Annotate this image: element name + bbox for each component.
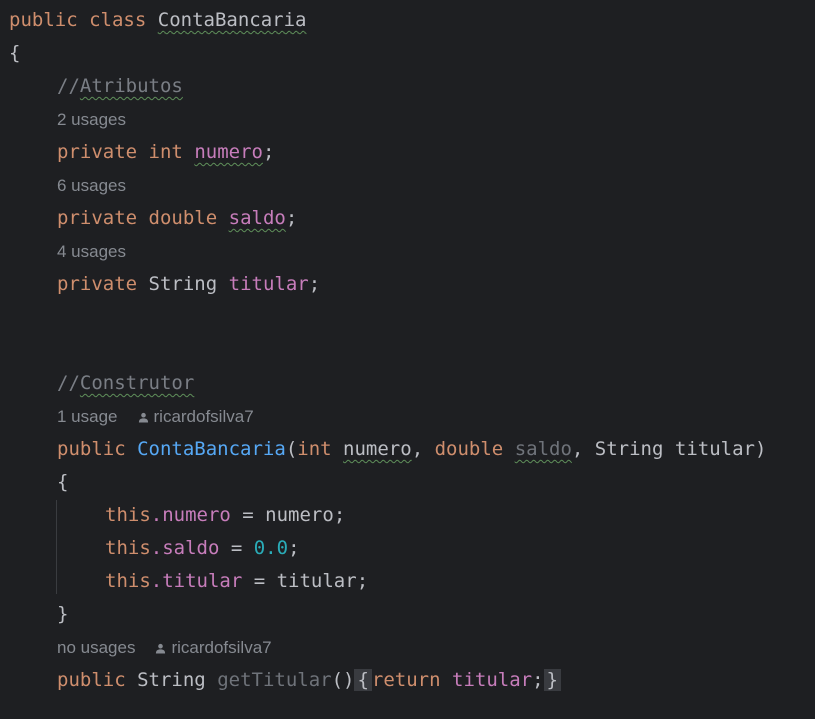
folded-close-brace[interactable]: } [543,669,561,691]
code-line-open-brace[interactable]: { [9,40,20,66]
code-line-class-declaration[interactable]: public class ContaBancaria [9,7,306,33]
keyword-this: this [105,504,151,526]
param-type-int: int [297,438,332,460]
code-editor[interactable]: public class ContaBancaria { //Atributos… [0,0,815,719]
semicolon: ; [333,504,346,526]
semicolon: ; [532,669,544,691]
param-saldo[interactable]: saldo [515,438,572,460]
field-ref-saldo[interactable]: .saldo [151,537,220,559]
value-titular[interactable]: titular [277,570,357,592]
comma: , [571,438,584,460]
usages-hint-saldo[interactable]: 6 usages [57,175,126,197]
usages-count[interactable]: 6 usages [57,176,126,195]
code-line-getter[interactable]: public String getTitular(){return titula… [57,667,561,693]
comment-prefix: // [57,75,80,97]
usages-count[interactable]: 2 usages [57,110,126,129]
code-line-comment-attributes[interactable]: //Atributos [57,73,183,99]
parens: () [331,669,355,691]
indent-guide [56,500,57,594]
comment-attributes: Atributos [79,75,183,97]
keyword-private: private [57,141,138,163]
type-string: String [148,273,218,295]
code-line-field-saldo[interactable]: private double saldo; [57,205,297,231]
open-brace: { [57,471,69,493]
param-titular[interactable]: titular [675,438,755,460]
value-numero[interactable]: numero [265,504,334,526]
comment-constructor: Construtor [79,372,195,394]
constructor-name[interactable]: ContaBancaria [137,438,286,460]
class-name[interactable]: ContaBancaria [158,9,307,31]
code-line-comment-constructor[interactable]: //Construtor [57,370,194,396]
constructor-hint[interactable]: 1 usage ricardofsilva7 [57,406,254,428]
keyword-private: private [57,273,138,295]
usages-hint-numero[interactable]: 2 usages [57,109,126,131]
keyword-private: private [57,207,138,229]
semicolon: ; [262,141,275,163]
keyword-this: this [105,570,151,592]
keyword-public: public [57,669,126,691]
assign-op: = [230,504,266,526]
code-line-assign-numero[interactable]: this.numero = numero; [105,502,345,528]
param-type-double: double [434,438,504,460]
keyword-public: public [9,9,78,31]
assign-op: = [219,537,254,559]
keyword-return: return [371,669,441,691]
folded-open-brace[interactable]: { [354,669,372,691]
usages-count[interactable]: 4 usages [57,242,126,261]
author-hint[interactable]: ricardofsilva7 [155,638,272,657]
usages-count[interactable]: no usages [57,638,135,657]
keyword-this: this [105,537,151,559]
semicolon: ; [308,273,321,295]
param-numero[interactable]: numero [343,438,412,460]
open-paren: ( [285,438,298,460]
field-ref-numero[interactable]: .numero [151,504,231,526]
author-name: ricardofsilva7 [171,638,272,657]
person-icon [156,643,166,654]
code-line-constructor-open-brace[interactable]: { [57,469,68,495]
person-icon [138,412,148,423]
field-saldo[interactable]: saldo [229,207,286,229]
author-name: ricardofsilva7 [153,407,254,426]
type-double: double [148,207,218,229]
assign-op: = [242,570,277,592]
type-int: int [148,141,183,163]
code-line-assign-saldo[interactable]: this.saldo = 0.0; [105,535,300,561]
value-zero: 0.0 [253,537,289,559]
close-paren: ) [754,438,767,460]
field-numero[interactable]: numero [194,141,263,163]
field-ref-titular[interactable]: titular [452,669,532,691]
method-get-titular[interactable]: getTitular [217,669,331,691]
keyword-public: public [57,438,126,460]
usages-hint-titular[interactable]: 4 usages [57,241,126,263]
return-type-string: String [137,669,206,691]
comma: , [411,438,424,460]
open-brace: { [9,42,21,64]
code-line-constructor-signature[interactable]: public ContaBancaria(int numero, double … [57,436,766,462]
code-line-field-titular[interactable]: private String titular; [57,271,320,297]
param-type-string: String [594,438,664,460]
comment-prefix: // [57,372,80,394]
field-titular[interactable]: titular [229,273,309,295]
usages-count[interactable]: 1 usage [57,407,118,426]
semicolon: ; [288,537,300,559]
code-line-assign-titular[interactable]: this.titular = titular; [105,568,368,594]
getter-hint[interactable]: no usages ricardofsilva7 [57,637,272,659]
semicolon: ; [285,207,298,229]
keyword-class: class [89,9,147,31]
field-ref-titular[interactable]: .titular [151,570,243,592]
semicolon: ; [356,570,369,592]
code-line-field-numero[interactable]: private int numero; [57,139,274,165]
code-line-constructor-close-brace[interactable]: } [57,601,68,627]
author-hint[interactable]: ricardofsilva7 [138,407,254,426]
close-brace: } [57,603,69,625]
